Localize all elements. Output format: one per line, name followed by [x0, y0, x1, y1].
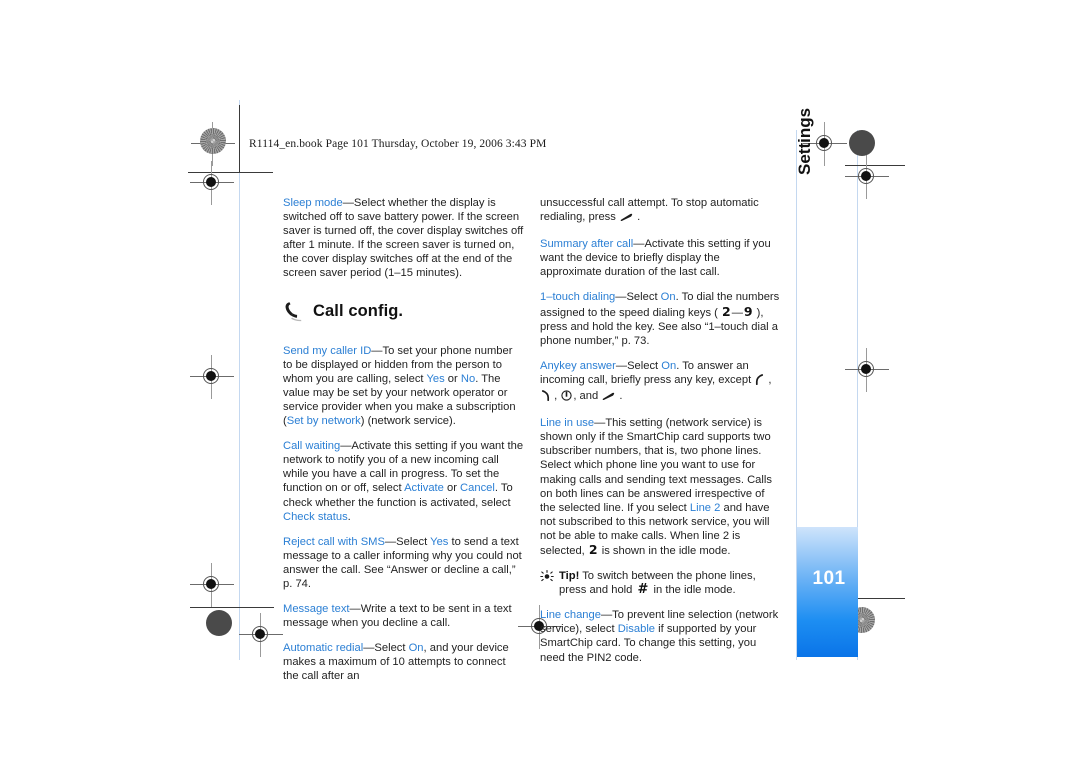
paragraph-message-text: Message text—Write a text to be sent in … — [283, 602, 524, 630]
section-heading-call-config: Call config. — [283, 298, 524, 324]
text-seg: . — [347, 510, 351, 523]
value-cancel: Cancel — [460, 482, 495, 495]
text-seg: , and — [573, 390, 602, 403]
term-line-in-use: Line in use — [540, 417, 595, 430]
value-line-2: Line 2 — [689, 501, 721, 514]
key-range-dash: — — [731, 306, 743, 319]
text-seg: is shown in the idle mode. — [598, 544, 731, 557]
right-soft-key-icon — [541, 390, 550, 405]
text-seg: or — [443, 482, 461, 495]
dash: — — [342, 197, 354, 209]
text-seg: Select — [396, 535, 431, 548]
text-seg: in the idle mode. — [650, 584, 736, 597]
paragraph-anykey-answer: Anykey answer—Select On. To answer an in… — [540, 359, 781, 405]
paragraph-reject-call-with-sms: Reject call with SMS—Select Yes to send … — [283, 535, 524, 591]
term-one-touch-dialing: 1–touch dialing — [540, 291, 616, 304]
text-seg: . — [616, 390, 623, 403]
term-automatic-redial: Automatic redial — [283, 642, 364, 655]
print-slug-header: R1114_en.book Page 101 Thursday, October… — [249, 138, 547, 150]
value-set-by-network: Set by network — [286, 415, 361, 428]
chapter-side-tab-label: Settings — [795, 107, 814, 175]
end-call-key-icon — [602, 391, 615, 405]
paragraph-sleep-mode-text: Select whether the display is switched o… — [283, 197, 524, 280]
power-key-icon — [561, 390, 572, 405]
registration-mark-mid-right — [845, 348, 889, 392]
paragraph-line-in-use: Line in use—This setting (network servic… — [540, 416, 781, 558]
value-no: No — [460, 372, 476, 385]
print-guideline-left — [239, 100, 240, 660]
text-seg: Select — [626, 291, 661, 304]
paragraph-call-waiting: Call waiting—Activate this setting if yo… — [283, 439, 524, 524]
term-sleep-mode: Sleep mode — [283, 197, 343, 209]
tip-label: Tip! — [559, 570, 580, 583]
body-column-left: Sleep mode—Select whether the display is… — [283, 196, 524, 695]
registration-mark-bottom-outer-left — [239, 613, 283, 657]
density-patch-bottom-left — [206, 610, 232, 636]
left-soft-key-icon — [755, 374, 764, 389]
key-digit-2-icon: 2 — [721, 303, 731, 319]
value-yes: Yes — [426, 372, 445, 385]
tip-text: Tip! To switch between the phone lines, … — [556, 569, 781, 597]
registration-mark-upper-right — [845, 155, 889, 199]
text-seg: Select — [627, 359, 662, 372]
dash: — — [600, 609, 613, 622]
value-check-status: Check status — [283, 510, 348, 523]
value-on: On — [660, 291, 676, 304]
text-seg: , — [765, 373, 772, 386]
paragraph-automatic-redial-continued: unsuccessful call attempt. To stop autom… — [540, 196, 781, 226]
text-seg: ) (network service). — [360, 415, 456, 428]
page-number-tab — [797, 527, 858, 657]
registration-mark-top-left — [190, 161, 234, 205]
value-on: On — [661, 359, 677, 372]
value-activate: Activate — [404, 482, 444, 495]
text-seg: . — [633, 211, 641, 224]
dash: — — [340, 440, 352, 453]
term-message-text: Message text — [283, 603, 350, 616]
tip-block: Tip! To switch between the phone lines, … — [540, 569, 781, 597]
trim-line-top-left-v — [239, 105, 240, 173]
registration-mark-mid-left — [190, 355, 234, 399]
dash: — — [594, 417, 606, 430]
paragraph-summary-after-call: Summary after call—Activate this setting… — [540, 237, 781, 279]
dash: — — [615, 291, 627, 304]
density-patch-top-left — [200, 128, 226, 154]
term-send-my-caller-id: Send my caller ID — [283, 344, 372, 357]
dash: — — [615, 359, 628, 372]
term-summary-after-call: Summary after call — [540, 238, 634, 251]
tip-lightbulb-icon — [540, 569, 556, 597]
text-seg: This setting (network service) is shown … — [540, 417, 772, 514]
term-call-waiting: Call waiting — [283, 440, 341, 453]
hash-key-icon: # — [637, 582, 649, 598]
line-2-indicator-icon: 2 — [588, 541, 598, 557]
dash: — — [371, 344, 383, 357]
dash: — — [384, 535, 397, 548]
section-title-call-config: Call config. — [313, 301, 404, 320]
paragraph-line-change: Line change—To prevent line selection (n… — [540, 608, 781, 664]
text-seg: , — [551, 390, 561, 403]
key-digit-9-icon: 9 — [743, 303, 753, 319]
trim-line-bottom-left — [190, 607, 274, 608]
paragraph-automatic-redial: Automatic redial—Select On, and your dev… — [283, 641, 524, 683]
end-call-key-icon — [620, 212, 633, 226]
paragraph-one-touch-dialing: 1–touch dialing—Select On. To dial the n… — [540, 290, 781, 347]
term-line-change: Line change — [540, 609, 601, 622]
body-column-right: unsuccessful call attempt. To stop autom… — [540, 196, 781, 676]
term-reject-call-with-sms: Reject call with SMS — [283, 535, 385, 548]
density-patch-top-right — [849, 130, 875, 156]
term-anykey-answer: Anykey answer — [540, 359, 616, 372]
text-seg: or — [444, 372, 461, 385]
text-seg: Select — [374, 642, 409, 655]
paragraph-sleep-mode: Sleep mode—Select whether the display is… — [283, 196, 524, 281]
paragraph-send-my-caller-id: Send my caller ID—To set your phone numb… — [283, 344, 524, 429]
dash: — — [633, 238, 645, 251]
dash: — — [363, 642, 375, 655]
value-disable: Disable — [617, 623, 656, 636]
text-seg: unsuccessful call attempt. To stop autom… — [540, 197, 759, 224]
phone-handset-icon — [283, 300, 313, 322]
dash: — — [349, 603, 361, 616]
value-on: On — [408, 642, 424, 655]
page-number: 101 — [812, 568, 846, 589]
registration-mark-bottom-left — [190, 563, 234, 607]
value-yes: Yes — [430, 535, 449, 548]
